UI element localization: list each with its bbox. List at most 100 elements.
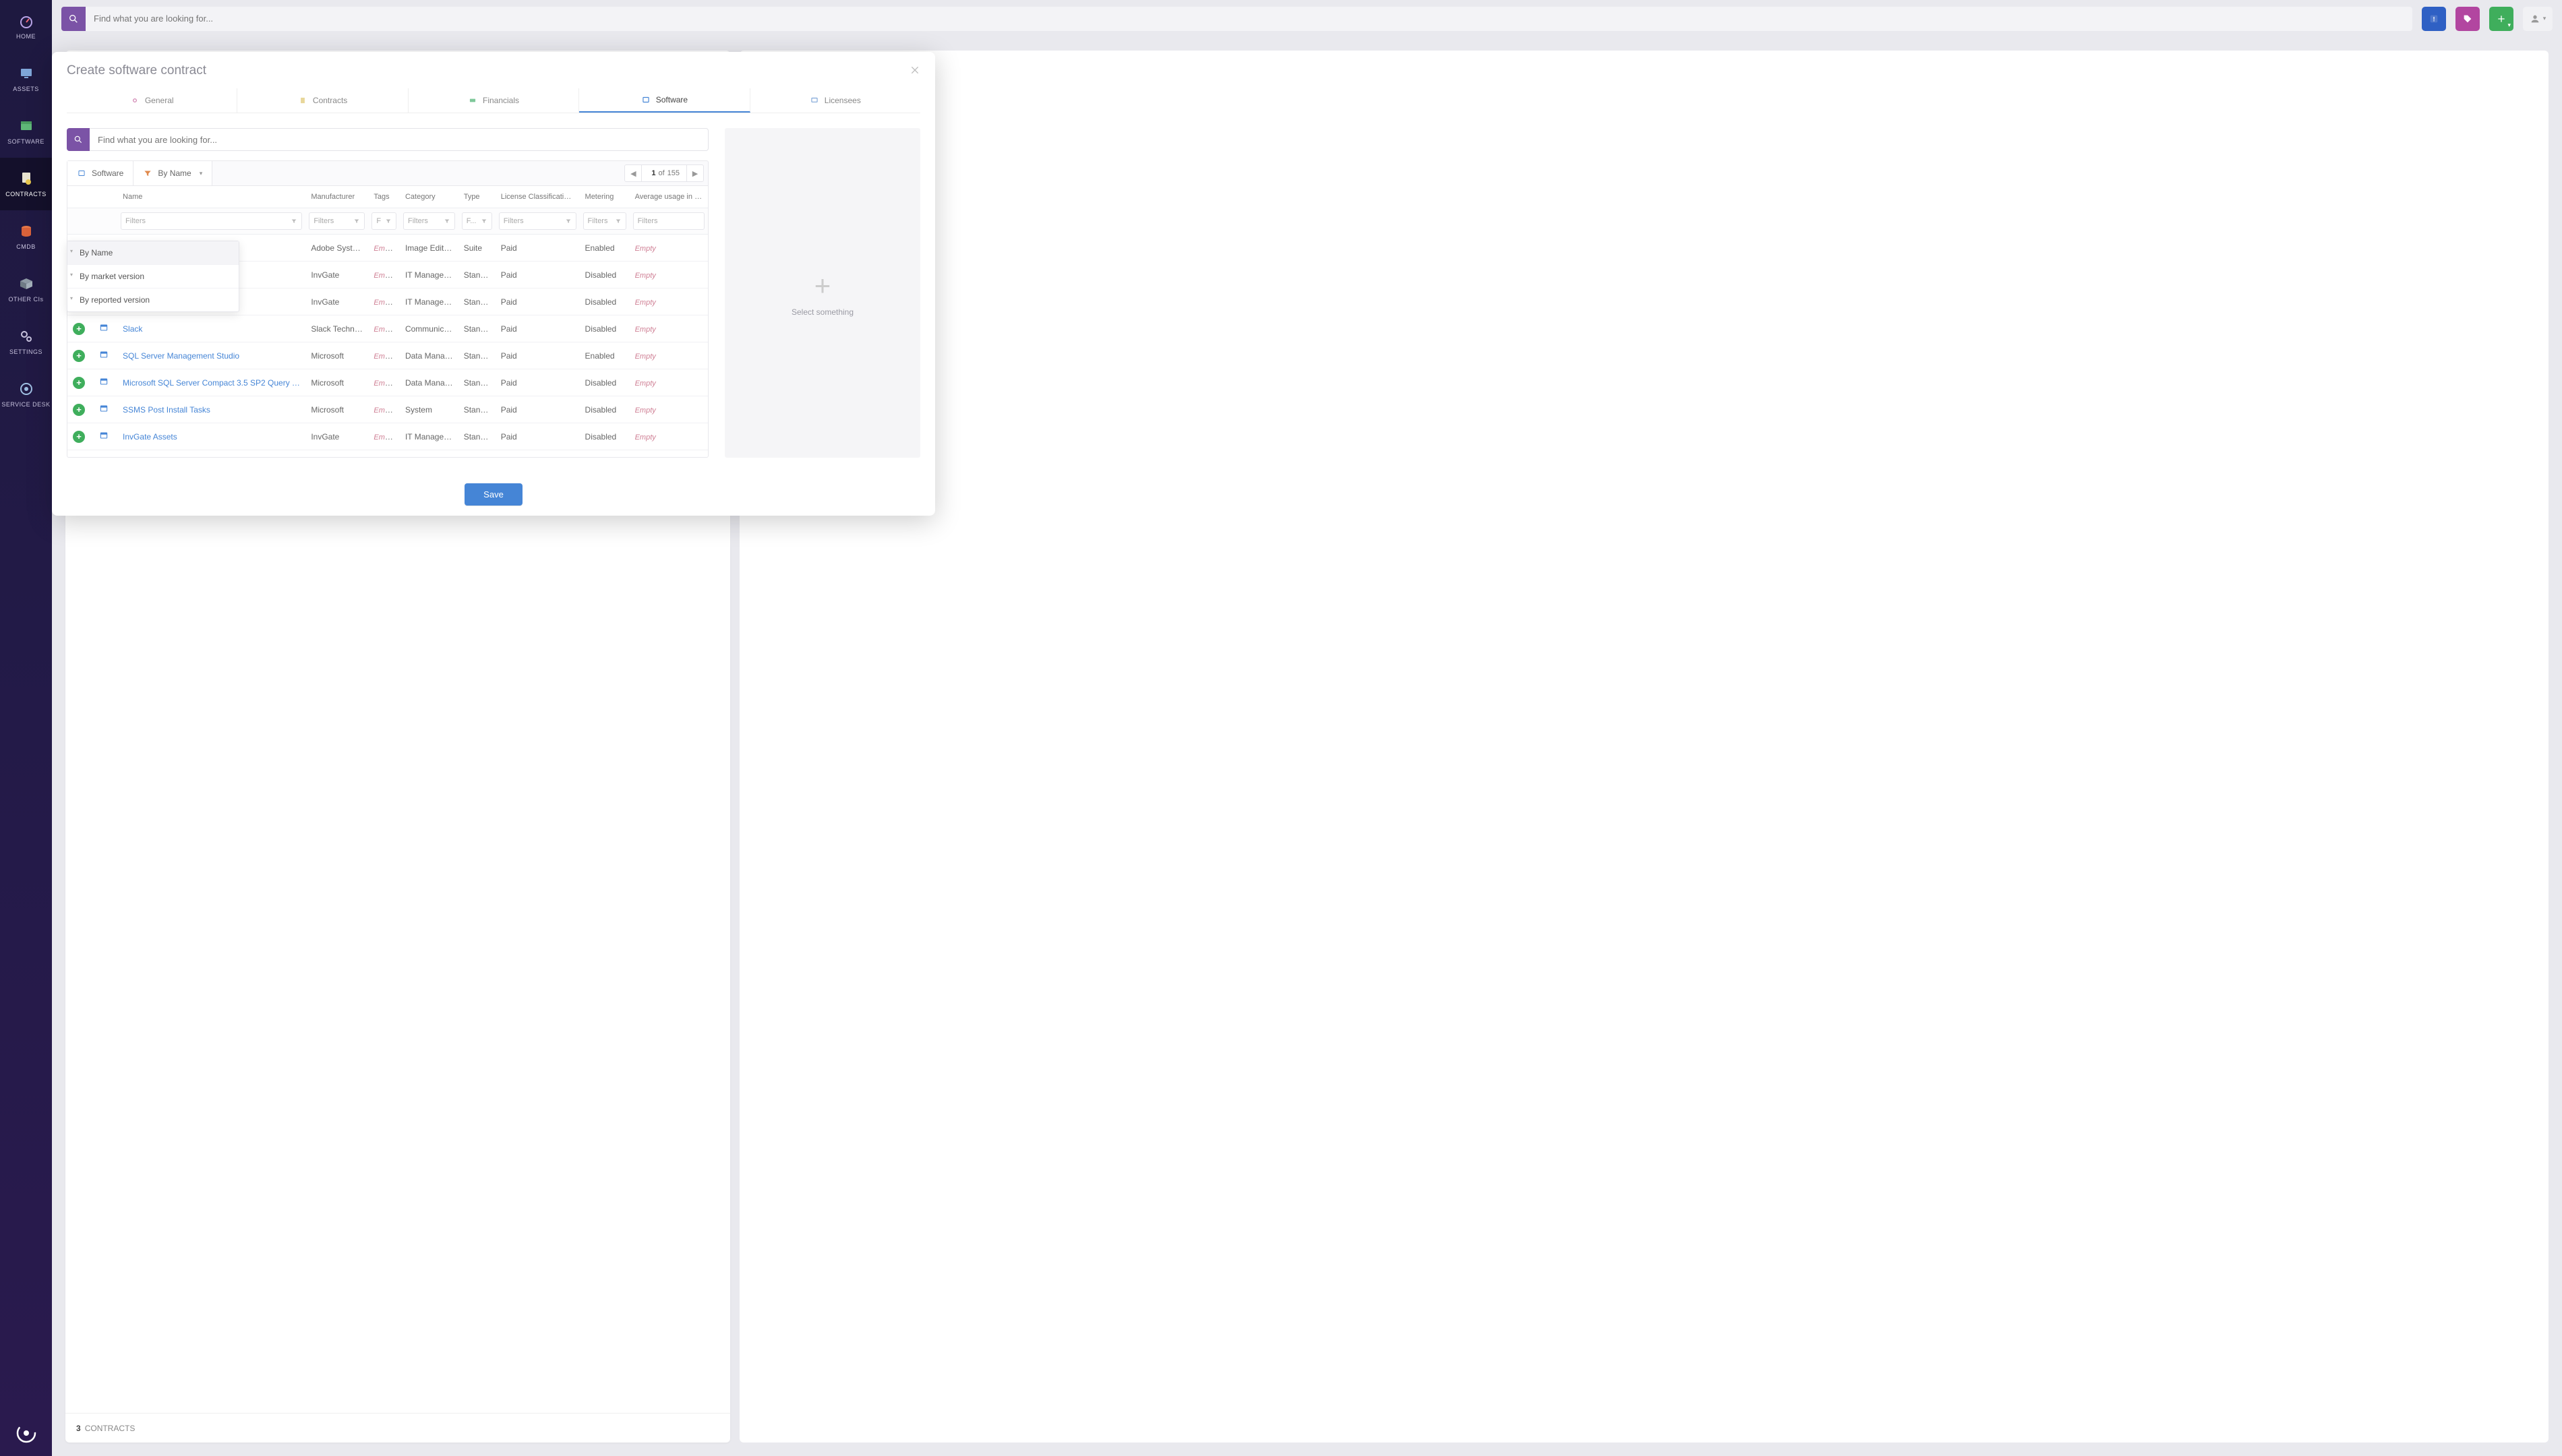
add-row-button[interactable]: +: [73, 404, 85, 416]
window-icon: [98, 430, 109, 441]
table-row[interactable]: +SQL Server Management StudioMicrosoftEm…: [67, 342, 708, 369]
cell-name[interactable]: Slack: [117, 315, 305, 342]
tab-licensees[interactable]: Licensees: [750, 88, 920, 113]
col-metering[interactable]: Metering: [580, 186, 630, 208]
cell-avg: Empty: [630, 289, 708, 315]
col-category[interactable]: Category: [400, 186, 458, 208]
cell-name[interactable]: Microsoft SQL Server Compact 3.5 SP2 Que…: [117, 369, 305, 396]
filter-manufacturer[interactable]: Filters: [309, 212, 365, 230]
cell-metering: Disabled: [580, 396, 630, 423]
dropdown-option-by-name[interactable]: By Name: [67, 241, 239, 265]
table-row[interactable]: +InvGate AssetsInvGateEmptyIT Managem...…: [67, 423, 708, 450]
dropdown-option-by-market-version[interactable]: By market version: [67, 265, 239, 289]
cell-name[interactable]: SQL Server Management Studio: [117, 342, 305, 369]
filter-license[interactable]: Filters: [499, 212, 576, 230]
sidebar-item-other-cis[interactable]: OTHER CIs: [0, 263, 52, 315]
table-row[interactable]: +Cisco WebEx MeetingsCiscoEmptyCommunica…: [67, 450, 708, 458]
window-icon: [641, 95, 651, 104]
filter-icon: [444, 218, 450, 224]
add-row-button[interactable]: +: [73, 350, 85, 362]
cell-name[interactable]: InvGate Assets: [117, 423, 305, 450]
pager-page: 1: [651, 169, 655, 177]
user-menu-button[interactable]: ▾: [2523, 7, 2553, 31]
close-button[interactable]: [910, 65, 920, 78]
modal-search-input[interactable]: [90, 128, 709, 151]
filter-metering[interactable]: Filters: [583, 212, 626, 230]
add-row-button[interactable]: +: [73, 377, 85, 389]
chip-sort[interactable]: By Name ▾: [133, 161, 212, 185]
col-type[interactable]: Type: [458, 186, 496, 208]
gauge-icon: [18, 13, 34, 29]
window-icon: [98, 349, 109, 360]
filter-category[interactable]: Filters: [403, 212, 455, 230]
chip-software[interactable]: Software: [67, 161, 133, 185]
cell-license: Paid: [496, 315, 580, 342]
filter-avg[interactable]: Filters: [633, 212, 705, 230]
sidebar-item-service-desk[interactable]: SERVICE DESK: [0, 368, 52, 421]
sidebar-item-assets[interactable]: ASSETS: [0, 53, 52, 105]
software-table: Name Manufacturer Tags Category Type Lic…: [67, 186, 708, 458]
pager-next[interactable]: ▶: [686, 164, 704, 182]
tab-software[interactable]: Software: [579, 88, 750, 113]
sidebar-label: CONTRACTS: [5, 191, 47, 198]
sidebar-label: HOME: [16, 33, 36, 40]
bg-contracts-footer: 3 CONTRACTS: [65, 1413, 730, 1443]
database-icon: [18, 223, 34, 239]
sidebar-item-contracts[interactable]: CONTRACTS: [0, 158, 52, 210]
save-button[interactable]: Save: [465, 483, 523, 506]
table-filter-row: Filters Filters F Filters F... Filters F…: [67, 208, 708, 235]
cell-type: Stand...: [458, 262, 496, 289]
info-button[interactable]: !: [2422, 7, 2446, 31]
sidebar-item-software[interactable]: SOFTWARE: [0, 105, 52, 158]
add-row-button[interactable]: +: [73, 431, 85, 443]
dropdown-option-by-reported-version[interactable]: By reported version: [67, 289, 239, 311]
tab-contracts[interactable]: Contracts: [237, 88, 408, 113]
user-icon: [2530, 13, 2540, 24]
cell-license: Paid: [496, 396, 580, 423]
chip-label: Software: [92, 169, 123, 178]
filter-type[interactable]: F...: [462, 212, 492, 230]
tab-label: Licensees: [825, 96, 861, 105]
filter-name[interactable]: Filters: [121, 212, 302, 230]
sidebar-label: SERVICE DESK: [1, 401, 50, 408]
filter-icon: [565, 218, 572, 224]
add-button[interactable]: [2489, 7, 2513, 31]
global-search-button[interactable]: [61, 7, 86, 31]
window-icon: [98, 322, 109, 333]
table-row[interactable]: + Microsoft SQL Server Compact 3.5 SP2 Qu…: [67, 369, 708, 396]
col-tags[interactable]: Tags: [368, 186, 400, 208]
filter-icon: [143, 169, 152, 178]
pager-prev[interactable]: ◀: [624, 164, 642, 182]
cell-name[interactable]: Cisco WebEx Meetings: [117, 450, 305, 458]
table-row[interactable]: +SlackSlack Technolo...EmptyCommunicati.…: [67, 315, 708, 342]
cell-type: Stand...: [458, 369, 496, 396]
cell-avg: Empty: [630, 262, 708, 289]
filter-tags[interactable]: F: [371, 212, 396, 230]
tab-general[interactable]: General: [67, 88, 237, 113]
filter-icon: [615, 218, 622, 224]
monitor-icon: [18, 65, 34, 82]
global-search-input[interactable]: [86, 7, 2412, 31]
col-name[interactable]: Name: [117, 186, 305, 208]
svg-text:!: !: [2433, 16, 2435, 22]
table-row[interactable]: +SSMS Post Install TasksMicrosoftEmptySy…: [67, 396, 708, 423]
pager: ◀ 1 of 155 ▶: [624, 164, 708, 182]
col-avg-usage[interactable]: Average usage in the last 7: [630, 186, 708, 208]
tag-button[interactable]: [2455, 7, 2480, 31]
window-icon: [98, 376, 109, 387]
cell-name[interactable]: SSMS Post Install Tasks: [117, 396, 305, 423]
sidebar: HOME ASSETS SOFTWARE CONTRACTS CMDB OTHE…: [0, 0, 52, 1456]
sidebar-item-settings[interactable]: SETTINGS: [0, 315, 52, 368]
tab-label: Software: [656, 95, 688, 104]
col-license[interactable]: License Classification▼: [496, 186, 580, 208]
add-row-button[interactable]: +: [73, 323, 85, 335]
sidebar-item-home[interactable]: HOME: [0, 0, 52, 53]
sidebar-item-cmdb[interactable]: CMDB: [0, 210, 52, 263]
modal-search-button[interactable]: [67, 128, 90, 151]
cell-manufacturer: Adobe Systems: [305, 235, 368, 262]
cell-manufacturer: InvGate: [305, 423, 368, 450]
plus-icon: [2496, 13, 2507, 24]
col-manufacturer[interactable]: Manufacturer: [305, 186, 368, 208]
bg-side-panel: [740, 51, 2549, 1443]
tab-financials[interactable]: Financials: [409, 88, 579, 113]
